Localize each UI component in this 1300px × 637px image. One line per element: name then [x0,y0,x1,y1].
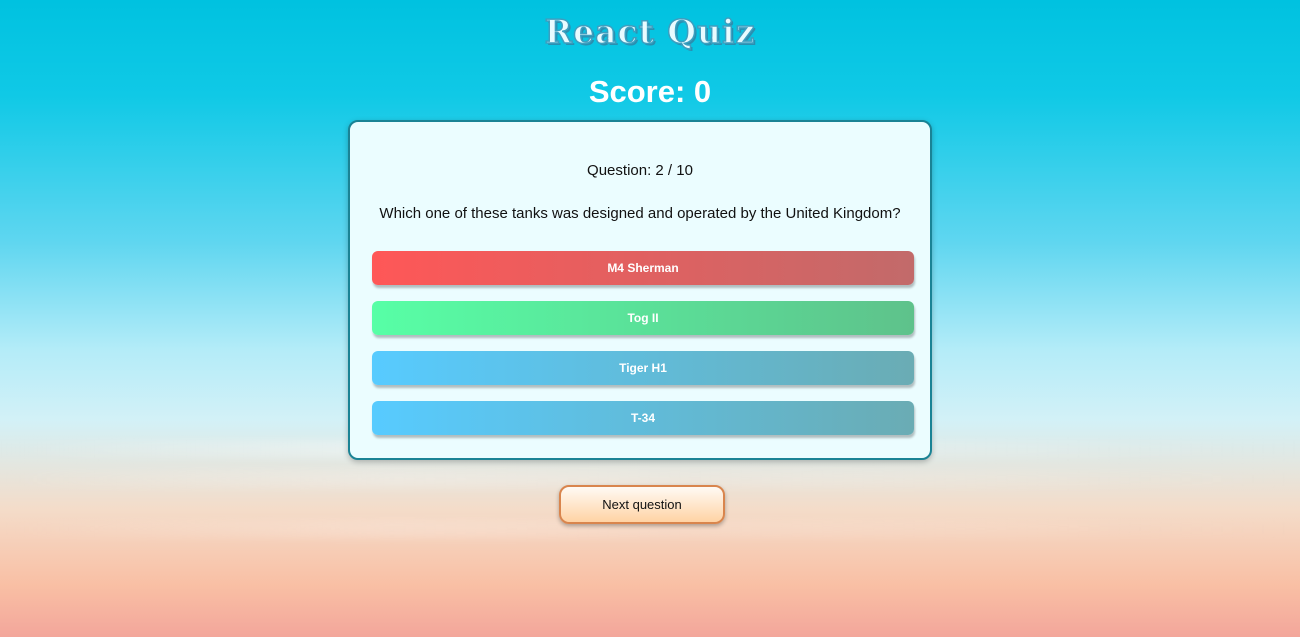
answer-button[interactable]: M4 Sherman [372,251,914,285]
score-display: Score: 0 [588,74,712,109]
answer-button[interactable]: Tog II [372,301,914,335]
answer-button[interactable]: Tiger H1 [372,351,914,385]
app-title: React Quiz [544,11,756,52]
answer-button[interactable]: T-34 [372,401,914,435]
next-question-button[interactable]: Next question [559,485,725,524]
question-number: Question: 2 / 10 [587,162,693,179]
quiz-app: React Quiz Score: 0 Question: 2 / 10 Whi… [0,0,1300,637]
question-text: Which one of these tanks was designed an… [379,205,901,222]
question-card: Question: 2 / 10 Which one of these tank… [348,120,932,460]
